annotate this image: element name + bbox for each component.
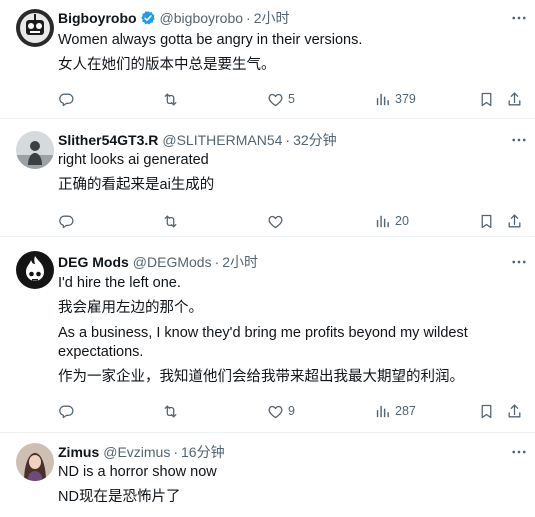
share-button[interactable] [506,213,523,230]
tweet-translation: 女人在她们的版本中总是要生气。 [58,57,276,73]
header-separator: · [214,254,220,270]
bookmark-button[interactable] [478,91,495,108]
reply-icon [58,403,75,420]
header-separator: · [285,132,291,148]
views-count: 379 [395,92,416,106]
like-icon [267,403,284,420]
retweet-icon [162,91,179,108]
tweet-translation: 正确的看起来是ai生成的 [58,177,215,193]
retweet-icon [162,403,179,420]
avatar[interactable] [16,251,54,289]
timestamp[interactable]: 32分钟 [293,130,337,150]
views-count: 287 [395,404,416,418]
like-button[interactable]: 5 [267,91,295,108]
author-handle[interactable]: @DEGMods [133,252,212,272]
reply-button[interactable] [58,403,79,420]
reply-icon [58,91,75,108]
avatar-photo-image [16,131,54,169]
author-handle[interactable]: @Evzimus [103,442,170,462]
more-icon[interactable] [509,130,529,150]
tweet-translation: 作为一家企业，我知道他们会给我带来超出我最大期望的利润。 [58,369,464,385]
tweet-text: I'd hire the left one. [58,275,181,291]
like-count: 9 [288,404,295,418]
retweet-button[interactable] [162,213,183,230]
avatar[interactable] [16,9,54,47]
views-button[interactable]: 379 [374,91,416,108]
tweet-actions: 9 287 [58,400,527,422]
retweet-icon [162,213,179,230]
tweet-text: expectations. [58,344,144,360]
like-icon [267,213,284,230]
views-button[interactable]: 287 [374,403,416,420]
reply-button[interactable] [58,213,79,230]
views-button[interactable]: 20 [374,213,409,230]
avatar[interactable] [16,443,54,481]
more-icon[interactable] [509,252,529,272]
views-icon [374,91,391,108]
share-icon [506,91,523,108]
author-name[interactable]: Bigboyrobo [58,8,137,28]
author-name[interactable]: Zimus [58,442,99,462]
verified-badge-icon [140,11,155,25]
reply-button[interactable] [58,91,79,108]
bookmark-icon [478,213,495,230]
header-separator: · [173,444,179,460]
reply-icon [58,213,75,230]
like-button[interactable]: 9 [267,403,295,420]
tweet-header: Slither54GT3.R @SLITHERMAN54 · 32分钟 [58,130,519,150]
tweet-card[interactable]: Bigboyrobo @bigboyrobo · 2小时 Women alway… [0,0,535,119]
share-icon [506,403,523,420]
header-separator: · [246,10,251,26]
bookmark-button[interactable] [478,213,495,230]
tweet-header: Zimus @Evzimus · 16分钟 [58,442,519,462]
share-button[interactable] [506,91,523,108]
retweet-button[interactable] [162,403,183,420]
reply-feed: Bigboyrobo @bigboyrobo · 2小时 Women alway… [0,0,535,517]
tweet-header: Bigboyrobo @bigboyrobo · 2小时 [58,8,519,28]
views-count: 20 [395,214,409,228]
tweet-card[interactable]: DEG Mods @DEGMods · 2小时 I'd hire the lef… [0,237,535,433]
tweet-translation: ND现在是恐怖片了 [58,489,181,505]
tweet-translation: 我会雇用左边的那个。 [58,300,203,316]
avatar-flame-image [16,251,54,289]
avatar[interactable] [16,131,54,169]
author-handle[interactable]: @bigboyrobo [160,8,244,28]
tweet-text: Women always gotta be angry in their ver… [58,32,363,48]
bookmark-icon [478,403,495,420]
like-count: 5 [288,92,295,106]
tweet-text: ND is a horror show now [58,464,217,480]
tweet-card[interactable]: Slither54GT3.R @SLITHERMAN54 · 32分钟 righ… [0,119,535,237]
tweet-header: DEG Mods @DEGMods · 2小时 [58,252,519,272]
timestamp[interactable]: 16分钟 [181,442,225,462]
timestamp[interactable]: 2小时 [254,8,290,28]
more-icon[interactable] [509,442,529,462]
like-icon [267,91,284,108]
avatar-portrait-image [16,443,54,481]
bookmark-button[interactable] [478,403,495,420]
timestamp[interactable]: 2小时 [222,252,258,272]
avatar-robot-image [16,9,54,47]
views-icon [374,403,391,420]
tweet-actions: 5 379 [58,88,527,110]
author-handle[interactable]: @SLITHERMAN54 [162,130,282,150]
bookmark-icon [478,91,495,108]
author-name[interactable]: Slither54GT3.R [58,130,158,150]
tweet-actions: 20 [58,210,527,232]
tweet-card[interactable]: Zimus @Evzimus · 16分钟 ND is a horror sho… [0,433,535,517]
author-name[interactable]: DEG Mods [58,252,129,272]
like-button[interactable] [267,213,288,230]
more-icon[interactable] [509,8,529,28]
tweet-text: As a business, I know they'd bring me pr… [58,325,468,341]
tweet-text: right looks ai generated [58,152,209,168]
retweet-button[interactable] [162,91,183,108]
share-button[interactable] [506,403,523,420]
views-icon [374,213,391,230]
share-icon [506,213,523,230]
